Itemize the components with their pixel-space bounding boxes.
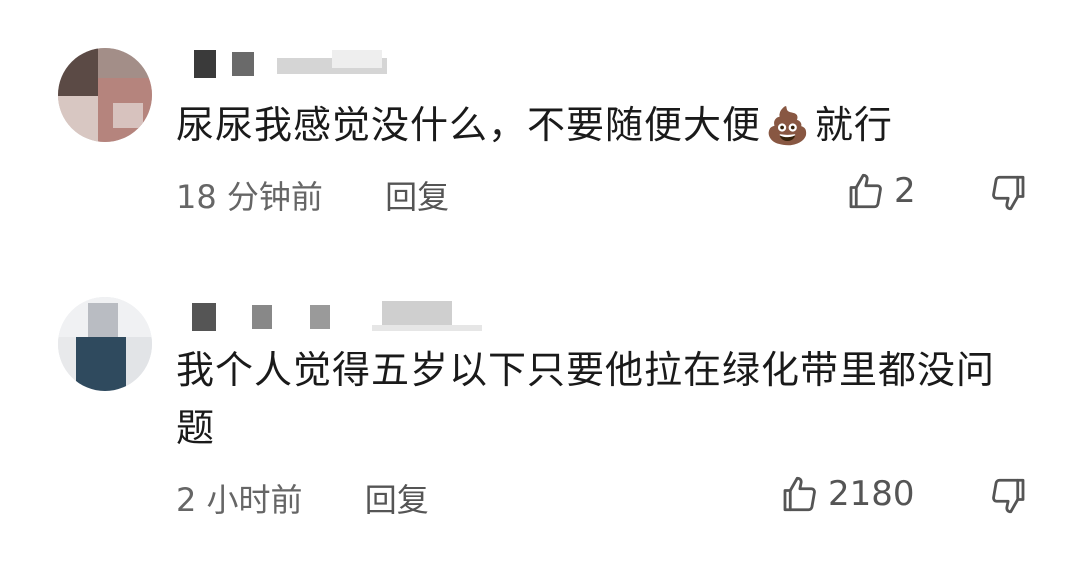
username-obscured[interactable]	[182, 295, 512, 331]
comment-content: 我个人觉得五岁以下只要他拉在绿化带里都没问题	[176, 348, 996, 450]
dislike-button[interactable]	[988, 475, 1030, 521]
comment-meta: 18 分钟前 回复	[176, 172, 449, 218]
thumbs-up-icon	[849, 173, 882, 209]
comment-text: 尿尿我感觉没什么，不要随便大便	[176, 103, 762, 147]
comment-meta: 2 小时前 回复	[176, 475, 429, 521]
timestamp: 2 小时前	[176, 481, 303, 519]
comment-content: 尿尿我感觉没什么，不要随便大便 💩 就行	[176, 96, 1020, 156]
timestamp: 18 分钟前	[176, 178, 323, 216]
thumbs-down-icon	[992, 478, 1025, 514]
poop-emoji-icon: 💩	[765, 106, 811, 147]
comment-text: 就行	[814, 103, 893, 147]
like-button[interactable]: 2180	[778, 473, 915, 515]
like-count: 2	[894, 171, 916, 211]
reply-button[interactable]: 回复	[385, 172, 449, 218]
thumbs-up-icon	[783, 476, 816, 512]
like-button[interactable]: 2	[844, 170, 916, 212]
comment-item: 我个人觉得五岁以下只要他拉在绿化带里都没问题 2 小时前 回复 2180	[0, 275, 1080, 565]
username-obscured[interactable]	[182, 42, 502, 78]
reply-button[interactable]: 回复	[365, 475, 429, 521]
avatar[interactable]	[58, 48, 152, 142]
thumbs-down-icon	[992, 175, 1025, 211]
like-count: 2180	[828, 474, 915, 514]
dislike-button[interactable]	[988, 172, 1030, 218]
avatar[interactable]	[58, 297, 152, 391]
comment-item: 尿尿我感觉没什么，不要随便大便 💩 就行 18 分钟前 回复 2	[0, 0, 1080, 250]
